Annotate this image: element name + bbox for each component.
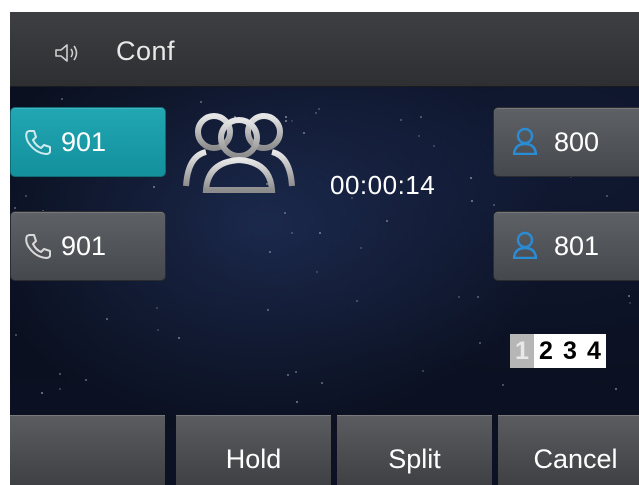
star [269, 251, 271, 253]
softkey-empty[interactable] [10, 415, 165, 485]
star [420, 116, 422, 118]
participant-800[interactable]: 800 [493, 107, 639, 177]
star [629, 302, 631, 304]
page-2[interactable]: 2 [534, 334, 558, 368]
star [400, 119, 402, 121]
star [156, 307, 158, 309]
star [628, 295, 630, 297]
page-indicator: 1 2 3 4 [510, 334, 606, 368]
star [433, 145, 435, 147]
page-1[interactable]: 1 [510, 334, 534, 368]
line-key-2[interactable]: 901 [10, 211, 166, 281]
star [458, 296, 460, 298]
star [321, 382, 323, 384]
star [25, 195, 27, 197]
participant-label: 800 [554, 127, 600, 157]
star [502, 384, 504, 386]
star [61, 98, 63, 100]
star [360, 247, 362, 249]
star [479, 342, 481, 344]
phone-screen: Conf 901 901 00:00:14 800 801 1 2 3 4 Ho… [10, 12, 639, 485]
star [59, 388, 61, 390]
star [14, 207, 16, 209]
star [386, 220, 388, 222]
star [59, 373, 61, 375]
star [267, 309, 269, 311]
star [316, 271, 318, 273]
star [296, 401, 298, 403]
star [418, 135, 420, 137]
call-duration: 00:00:14 [330, 170, 436, 200]
star [41, 392, 43, 394]
star [15, 334, 17, 336]
star [477, 296, 479, 298]
star [178, 337, 180, 339]
star [287, 374, 289, 376]
star [284, 212, 286, 214]
line-key-label: 901 [61, 127, 107, 157]
page-4[interactable]: 4 [582, 334, 606, 368]
page-title: Conf [116, 36, 176, 66]
star [471, 200, 473, 202]
star [157, 329, 159, 331]
conference-icon [183, 113, 295, 193]
star [200, 101, 202, 103]
star [493, 204, 495, 206]
star [303, 132, 305, 134]
contact-icon [512, 231, 538, 259]
star [291, 232, 293, 234]
title-bar: Conf [10, 12, 639, 87]
contact-icon [512, 127, 538, 155]
softkey-bar: Hold Split Cancel [10, 415, 639, 485]
hold-button[interactable]: Hold [176, 415, 331, 485]
star [295, 371, 297, 373]
star [106, 318, 108, 320]
star [422, 370, 424, 372]
page-3[interactable]: 3 [558, 334, 582, 368]
speaker-icon [55, 44, 78, 62]
star [85, 379, 87, 381]
participant-label: 801 [554, 231, 600, 261]
star [615, 388, 617, 390]
line-key-1[interactable]: 901 [10, 107, 166, 177]
star [356, 300, 358, 302]
star [319, 232, 321, 234]
star [153, 186, 155, 188]
cancel-button[interactable]: Cancel [498, 415, 639, 485]
participant-801[interactable]: 801 [493, 211, 639, 281]
handset-icon [25, 234, 51, 259]
star [470, 177, 472, 179]
star [606, 195, 608, 197]
star [315, 112, 317, 114]
handset-icon [25, 130, 51, 155]
split-button[interactable]: Split [337, 415, 492, 485]
star [318, 108, 320, 110]
line-key-label: 901 [61, 231, 107, 261]
